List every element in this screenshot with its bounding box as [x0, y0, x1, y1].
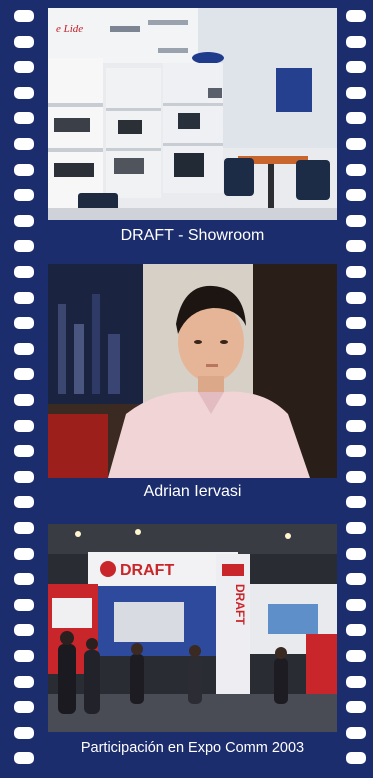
- sprocket-hole: [346, 394, 366, 406]
- sprocket-hole: [346, 522, 366, 534]
- sprocket-hole: [14, 61, 34, 73]
- sprocket-hole: [14, 138, 34, 150]
- sprocket-hole: [346, 189, 366, 201]
- sprocket-hole: [14, 752, 34, 764]
- sprocket-hole: [346, 624, 366, 636]
- photo-showroom: e Lide: [48, 8, 337, 220]
- sprocket-hole: [14, 240, 34, 252]
- sprocket-hole: [346, 727, 366, 739]
- film-edge-left: [0, 0, 48, 778]
- sprocket-hole: [346, 240, 366, 252]
- sprocket-hole: [346, 701, 366, 713]
- sprocket-hole: [346, 61, 366, 73]
- caption-expo: Participación en Expo Comm 2003: [80, 740, 305, 756]
- sprocket-hole: [14, 394, 34, 406]
- svg-text:e Lide: e Lide: [56, 23, 83, 35]
- film-edge-right: [337, 0, 373, 778]
- sprocket-hole: [14, 10, 34, 22]
- film-strip: e Lide DRAFT - Showroom Adrian Iervasi D…: [0, 0, 373, 778]
- sprocket-hole: [346, 343, 366, 355]
- caption-showroom: DRAFT - Showroom: [120, 227, 265, 244]
- sprocket-hole: [14, 599, 34, 611]
- sprocket-hole: [346, 215, 366, 227]
- sprocket-hole: [14, 266, 34, 278]
- caption-portrait: Adrian Iervasi: [143, 483, 242, 500]
- photo-expo-booth: DRAFT DRAFT: [48, 524, 337, 732]
- booth-logo: DRAFT: [120, 562, 174, 579]
- sprocket-hole: [14, 573, 34, 585]
- sprocket-hole: [14, 676, 34, 688]
- sprocket-hole: [14, 548, 34, 560]
- sprocket-hole: [346, 292, 366, 304]
- sprocket-hole: [14, 624, 34, 636]
- sprocket-hole: [14, 215, 34, 227]
- sprocket-hole: [346, 752, 366, 764]
- sprocket-hole: [14, 420, 34, 432]
- sprocket-hole: [14, 471, 34, 483]
- sprocket-hole: [14, 189, 34, 201]
- sprocket-hole: [346, 36, 366, 48]
- photo-portrait: [48, 264, 337, 478]
- svg-text:DRAFT: DRAFT: [233, 584, 247, 625]
- sprocket-hole: [346, 471, 366, 483]
- sprocket-hole: [346, 676, 366, 688]
- sprocket-hole: [346, 548, 366, 560]
- sprocket-hole: [346, 445, 366, 457]
- sprocket-hole: [346, 266, 366, 278]
- sprocket-hole: [14, 36, 34, 48]
- sprocket-hole: [346, 573, 366, 585]
- sprocket-hole: [346, 420, 366, 432]
- sprocket-hole: [14, 650, 34, 662]
- sprocket-hole: [14, 701, 34, 713]
- sprocket-hole: [346, 164, 366, 176]
- sprocket-hole: [346, 496, 366, 508]
- sprocket-hole: [14, 317, 34, 329]
- sprocket-hole: [14, 87, 34, 99]
- sprocket-hole: [14, 496, 34, 508]
- sprocket-hole: [346, 650, 366, 662]
- sprocket-hole: [14, 368, 34, 380]
- sprocket-hole: [346, 87, 366, 99]
- sprocket-hole: [14, 445, 34, 457]
- sprocket-hole: [346, 112, 366, 124]
- sprocket-hole: [346, 368, 366, 380]
- sprocket-hole: [346, 10, 366, 22]
- sprocket-hole: [14, 164, 34, 176]
- sprocket-hole: [14, 343, 34, 355]
- sprocket-hole: [14, 727, 34, 739]
- sprocket-hole: [14, 112, 34, 124]
- sprocket-hole: [14, 292, 34, 304]
- sprocket-hole: [346, 599, 366, 611]
- sprocket-hole: [14, 522, 34, 534]
- sprocket-hole: [346, 138, 366, 150]
- sprocket-hole: [346, 317, 366, 329]
